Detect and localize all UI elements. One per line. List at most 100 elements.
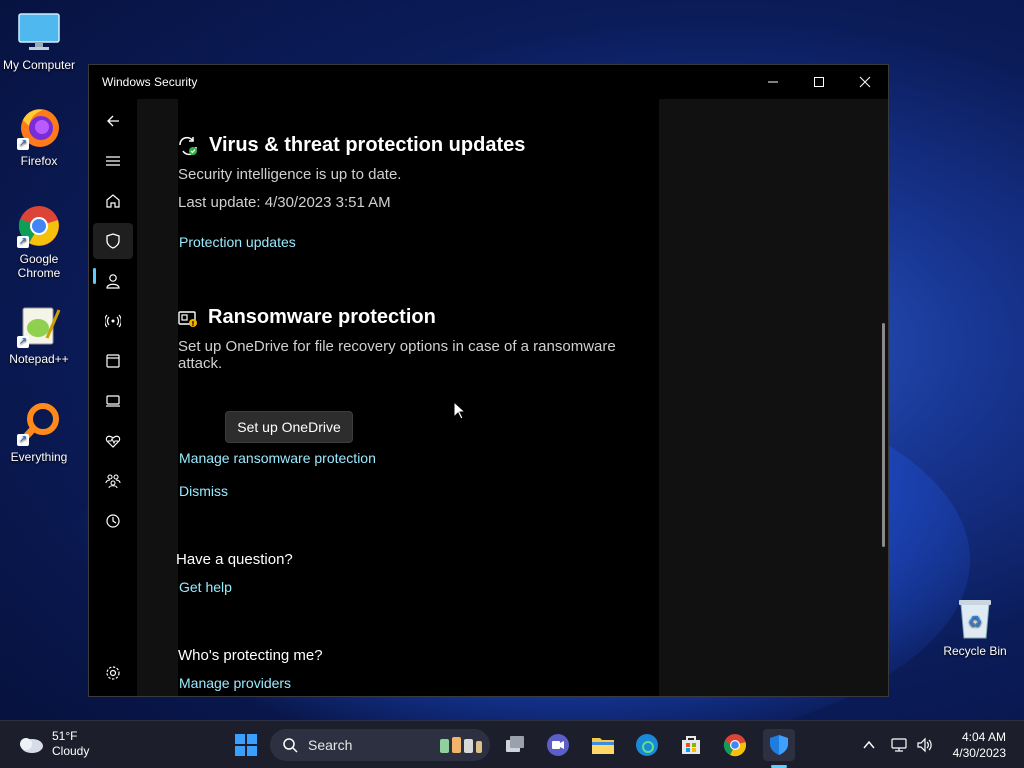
desktop-icon-google-chrome[interactable]: ↗ Google Chrome	[1, 204, 77, 280]
manage-ransomware-link[interactable]: Manage ransomware protection	[179, 450, 376, 466]
device-security-icon	[106, 395, 120, 407]
file-explorer-button[interactable]	[587, 729, 619, 761]
chat-icon	[547, 734, 569, 756]
svg-text:♻: ♻	[968, 612, 982, 631]
title-bar[interactable]: Windows Security	[89, 65, 888, 99]
taskbar: 51°F Cloudy Search 4:04 AM 4/30/2023	[0, 720, 1024, 768]
shield-icon	[106, 233, 120, 249]
desktop-icon-everything[interactable]: ↗ Everything	[1, 402, 77, 464]
teams-chat-button[interactable]	[542, 729, 574, 761]
desktop-icon-recycle-bin[interactable]: ♻ Recycle Bin	[937, 596, 1013, 658]
home-icon	[106, 194, 120, 208]
cloud-icon	[20, 738, 43, 753]
weather-description: Cloudy	[52, 744, 90, 758]
maximize-button[interactable]	[796, 65, 842, 99]
window-title: Windows Security	[102, 75, 198, 89]
chrome-icon	[723, 734, 746, 757]
magnifier-icon: ↗	[17, 402, 61, 446]
right-pane	[659, 99, 888, 696]
nav-item-home[interactable]	[93, 183, 133, 219]
get-help-link[interactable]: Get help	[179, 579, 232, 595]
nav-item-settings[interactable]	[93, 655, 133, 691]
taskbar-search-box[interactable]: Search	[270, 729, 490, 761]
windows-security-window: Windows Security Virus & threat protecti…	[88, 64, 889, 697]
show-hidden-icons-button[interactable]	[853, 729, 885, 761]
ransomware-icon: !	[178, 311, 197, 328]
manage-providers-link[interactable]: Manage providers	[179, 675, 291, 691]
protection-updates-link[interactable]: Protection updates	[179, 234, 296, 250]
minimize-icon	[768, 81, 778, 83]
svg-text:!: !	[191, 320, 194, 328]
taskbar-clock[interactable]: 4:04 AM 4/30/2023	[953, 729, 1006, 761]
start-button[interactable]	[230, 729, 262, 761]
desktop-icon-label: My Computer	[2, 58, 76, 72]
menu-button[interactable]	[93, 143, 133, 179]
account-icon	[106, 274, 120, 289]
search-icon	[283, 738, 298, 753]
weather-temperature: 51°F	[52, 729, 78, 743]
firewall-icon	[105, 314, 121, 328]
store-button[interactable]	[675, 729, 707, 761]
updates-status: Security intelligence is up to date.	[178, 166, 402, 183]
family-icon	[105, 474, 121, 489]
set-up-onedrive-button[interactable]: Set up OneDrive	[225, 411, 353, 443]
windows-logo-icon	[235, 734, 257, 756]
edge-button[interactable]	[631, 729, 663, 761]
history-icon	[106, 514, 120, 528]
dismiss-link[interactable]: Dismiss	[179, 483, 228, 499]
speaker-icon	[917, 737, 932, 753]
close-button[interactable]	[842, 65, 888, 99]
windows-security-taskbar-button[interactable]	[763, 729, 795, 761]
shortcut-arrow-icon: ↗	[17, 138, 29, 150]
mouse-cursor-icon	[453, 401, 467, 420]
volume-button[interactable]	[909, 729, 941, 761]
nav-item-virus-protection[interactable]	[93, 223, 133, 259]
nav-item-family[interactable]	[93, 463, 133, 499]
task-view-button[interactable]	[499, 729, 531, 761]
search-placeholder: Search	[308, 737, 353, 753]
store-icon	[682, 736, 700, 754]
nav-item-app-browser[interactable]	[93, 343, 133, 379]
desktop-icon-label: Recycle Bin	[943, 644, 1007, 658]
minimize-button[interactable]	[750, 65, 796, 99]
back-button[interactable]	[93, 103, 133, 139]
navigation-rail	[89, 99, 137, 696]
chrome-icon: ↗	[17, 204, 61, 248]
desktop-icon-label: Firefox	[20, 154, 58, 168]
desktop-icon-notepadpp[interactable]: ↗ Notepad++	[1, 304, 77, 366]
desktop-icon-firefox[interactable]: ↗ Firefox	[1, 106, 77, 168]
nav-item-account[interactable]	[93, 263, 133, 299]
menu-icon	[106, 156, 120, 166]
content-gutter	[137, 99, 178, 696]
ransomware-heading: Ransomware protection	[208, 306, 436, 328]
weather-widget[interactable]: 51°F Cloudy	[16, 729, 89, 759]
main-content: Virus & threat protection updates Securi…	[137, 99, 659, 696]
nav-item-device-security[interactable]	[93, 383, 133, 419]
clock-date: 4/30/2023	[952, 746, 1006, 760]
nav-item-firewall[interactable]	[93, 303, 133, 339]
refresh-update-icon	[179, 136, 197, 156]
shortcut-arrow-icon: ↗	[17, 434, 29, 446]
firefox-icon: ↗	[17, 106, 61, 150]
app-browser-icon	[106, 354, 120, 368]
vertical-scrollbar[interactable]	[882, 323, 885, 547]
network-icon	[891, 738, 907, 752]
desktop-icon-my-computer[interactable]: My Computer	[1, 10, 77, 72]
health-icon	[105, 435, 121, 448]
clock-time: 4:04 AM	[961, 730, 1006, 744]
nav-item-device-health[interactable]	[93, 423, 133, 459]
edge-icon	[636, 734, 658, 756]
desktop-icon-label: Notepad++	[9, 352, 69, 366]
shortcut-arrow-icon: ↗	[17, 336, 29, 348]
chrome-taskbar-button[interactable]	[719, 729, 751, 761]
nav-item-history[interactable]	[93, 503, 133, 539]
search-highlight-icon	[440, 737, 482, 753]
back-icon	[107, 115, 119, 127]
shield-icon	[770, 735, 788, 755]
recycle-bin-icon: ♻	[953, 596, 997, 640]
close-icon	[859, 76, 871, 88]
task-view-icon	[506, 736, 524, 752]
last-update-text: Last update: 4/30/2023 3:51 AM	[178, 194, 391, 211]
chevron-up-icon	[863, 740, 875, 749]
notepadpp-icon: ↗	[17, 304, 61, 348]
